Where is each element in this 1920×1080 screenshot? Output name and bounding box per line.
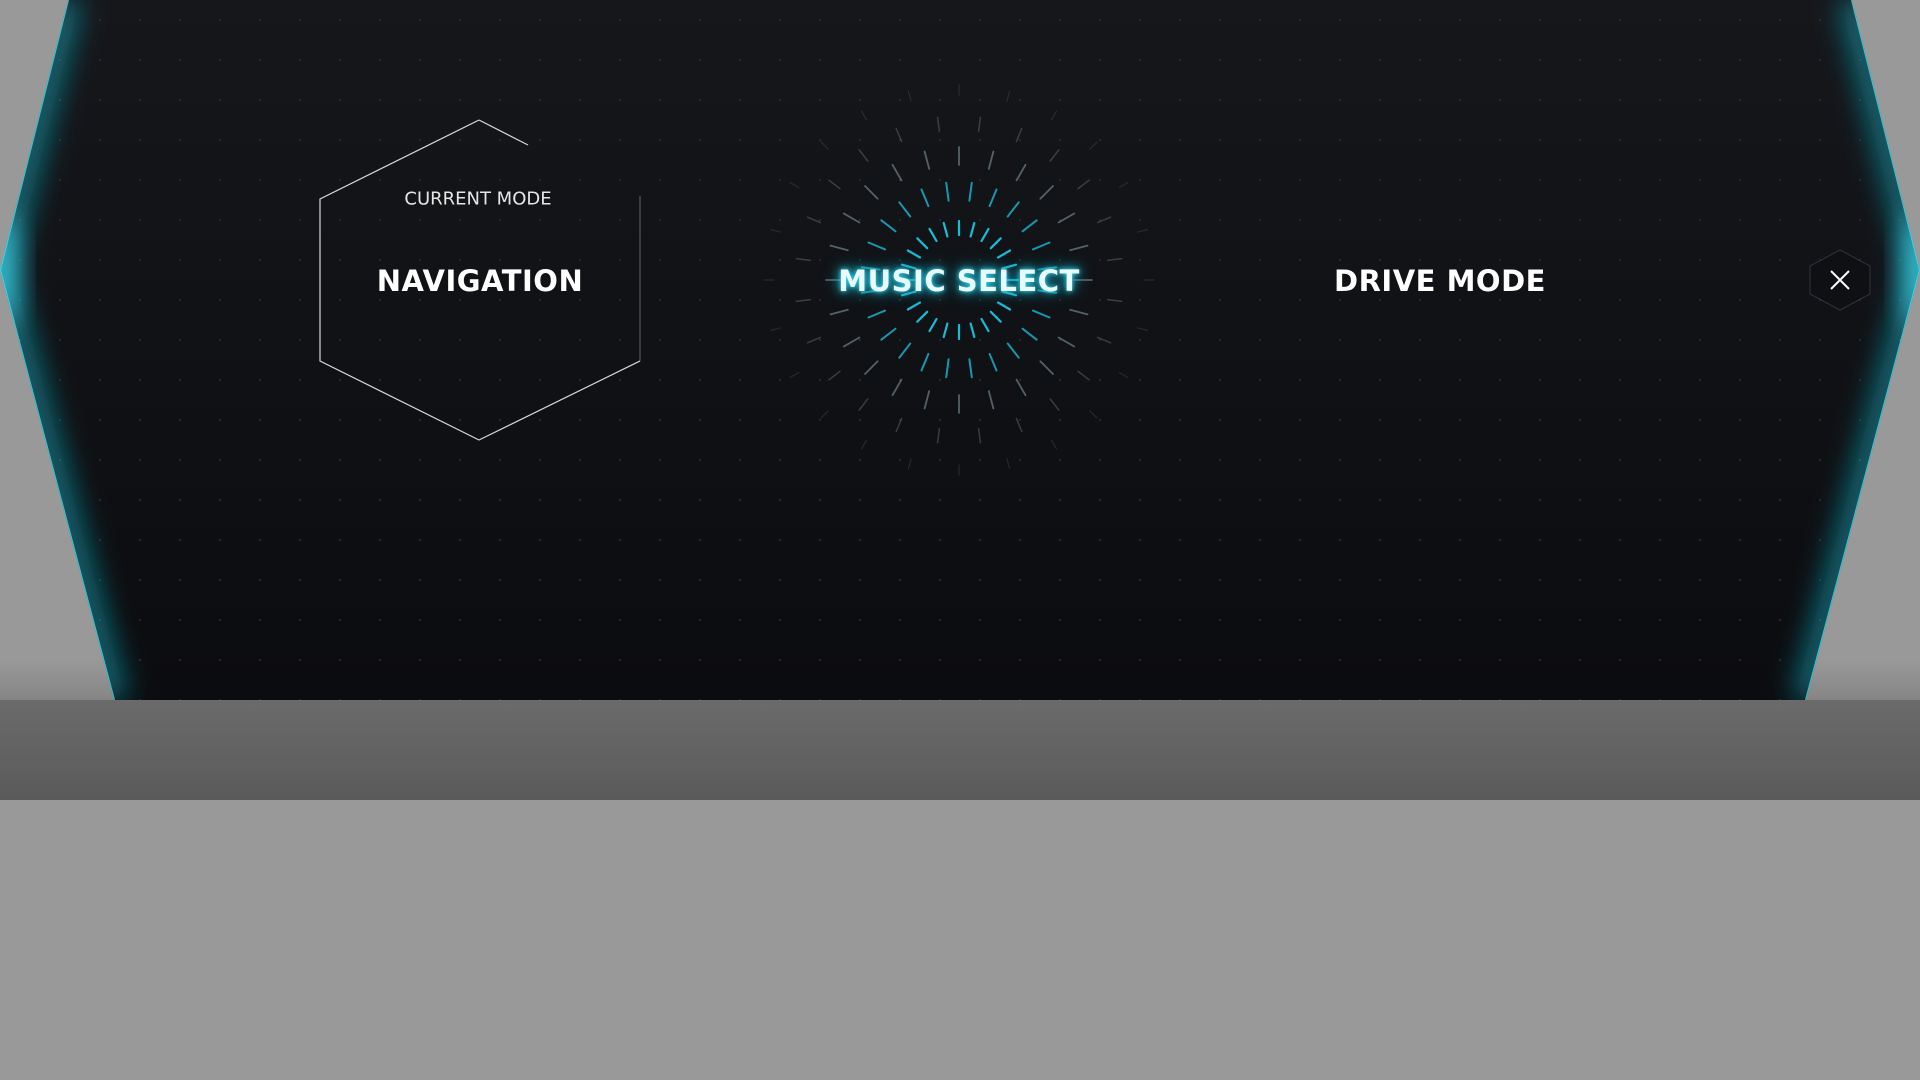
close-button[interactable]	[1810, 250, 1870, 310]
current-mode-caption: CURRENT MODE	[404, 188, 552, 210]
mode-option-drive-mode[interactable]: DRIVE MODE	[1334, 264, 1546, 298]
lower-band	[0, 700, 1920, 800]
mode-option-music-select[interactable]: MUSIC SELECT	[838, 264, 1080, 298]
close-icon	[1830, 270, 1850, 290]
mode-selector-panel	[0, 0, 1920, 700]
mode-option-navigation[interactable]: NAVIGATION	[377, 264, 583, 298]
